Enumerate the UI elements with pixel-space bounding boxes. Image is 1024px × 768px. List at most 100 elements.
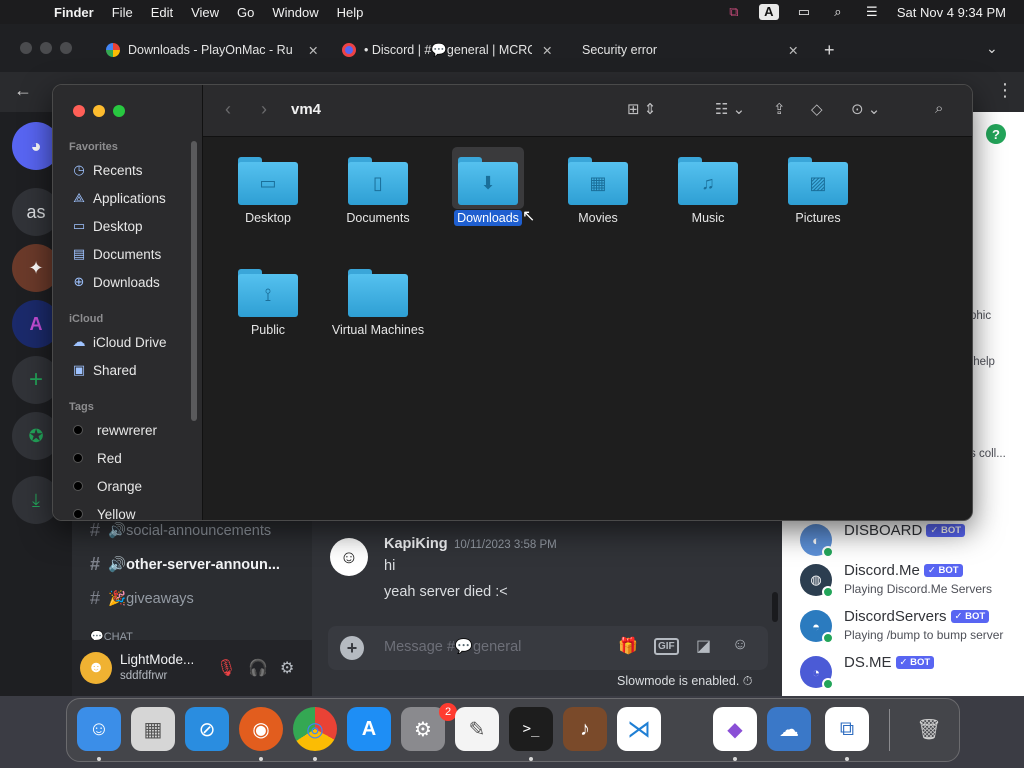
folder-icon: ⟟ [238,269,298,317]
sidebar-item-shared[interactable]: ▣ Shared [69,358,189,382]
dock-visual-studio-icon[interactable]: ◆ [713,707,757,751]
folder-label: Music [691,211,725,225]
icon-view-toggle-icon[interactable]: ⊞ ⇕ [627,100,656,118]
sticker-icon[interactable]: ◪ [696,636,711,656]
folder-public[interactable]: ⟟ Public [213,249,323,349]
folder-label: Virtual Machines [331,323,425,337]
user-panel: ☻ LightMode... sddfdfrwr 🎙 🎧 ⚙ [72,640,312,696]
window-minimize-button[interactable] [40,42,52,54]
tab-search-chevron-icon[interactable]: ⌄ [986,40,998,57]
more-actions-icon[interactable]: ⊙ ⌄ [851,100,880,118]
dock-finder-icon[interactable]: ☺ [77,707,121,751]
menu-app-name[interactable]: Finder [54,5,94,20]
channel-other-server-announcements[interactable]: # 🔊other-server-announ... [90,554,280,575]
sidebar-tag-orange[interactable]: Orange [69,474,189,498]
back-chevron-icon[interactable]: ‹ [225,99,231,120]
discord-chat-area: ☺ KapiKing 10/11/2023 3:58 PM hi yeah se… [312,500,782,696]
tab-playonmac[interactable]: Downloads - PlayOnMac - Ru ✕ [106,36,330,64]
channel-giveaways[interactable]: # 🎉giveaways [90,588,194,609]
dock-safari-icon[interactable]: ⊘ [185,707,229,751]
dock-app-store-icon[interactable]: A [347,707,391,751]
chat-scrollbar[interactable] [772,592,778,622]
folder-music[interactable]: ♫ Music [653,137,763,237]
attach-plus-button[interactable]: + [340,636,364,660]
share-icon[interactable]: ⇪ [773,100,786,118]
channel-social-announcements[interactable]: # 🔊social-announcements [90,520,271,541]
settings-gear-icon[interactable]: ⚙ [280,658,294,678]
sidebar-scrollbar[interactable] [191,141,197,421]
dock-trash-icon[interactable]: 🗑 [907,707,951,751]
sidebar-item-recents[interactable]: ◷ Recents [69,158,189,182]
menu-help[interactable]: Help [337,5,364,20]
folder-virtual-machines[interactable]: Virtual Machines [323,249,433,349]
new-tab-button[interactable]: + [824,40,835,61]
sidebar-item-icloud-drive[interactable]: ☁ iCloud Drive [69,330,189,354]
member-disboard[interactable]: ◐ DISBOARD ✓ BOT [800,522,1024,564]
member-ds-me[interactable]: ◔ DS.ME ✓ BOT [800,654,1024,696]
back-arrow-icon[interactable]: ← [14,80,32,101]
member-discord-me[interactable]: ◍ Discord.Me ✓ BOT Playing Discord.Me Ser… [800,562,1024,604]
help-icon[interactable]: ? [986,124,1006,144]
menu-edit[interactable]: Edit [151,5,173,20]
window-close-button[interactable] [20,42,32,54]
tab-close-icon[interactable]: ✕ [308,43,318,58]
spotlight-search-icon[interactable]: ⌕ [821,4,855,20]
menu-file[interactable]: File [112,5,133,20]
menu-clock[interactable]: Sat Nov 4 9:34 PM [897,5,1006,20]
mute-microphone-icon[interactable]: 🎙 [216,658,236,678]
menu-go[interactable]: Go [237,5,254,20]
input-source-icon[interactable]: A [758,4,779,20]
dock-vscode-icon[interactable]: ⋊ [617,707,661,751]
translate-status-icon[interactable]: ⧉ [717,4,751,20]
folder-movies[interactable]: ▦ Movies [543,137,653,237]
group-by-icon[interactable]: ☷ ⌄ [715,100,745,118]
dock-chrome-icon[interactable]: ◎ [293,707,337,751]
sidebar-item-documents[interactable]: ▤ Documents [69,242,189,266]
folder-documents[interactable]: ▯ Documents [323,137,433,237]
dock-launchpad-icon[interactable]: ▦ [131,707,175,751]
sidebar-tag-red[interactable]: Red [69,446,189,470]
close-window-button[interactable] [73,105,85,117]
dock-instruments-icon[interactable]: ♪ [563,707,607,751]
folder-pictures[interactable]: ▨ Pictures [763,137,873,237]
search-icon[interactable]: ⌕ [935,100,943,117]
browser-menu-icon[interactable]: ⋮ [996,80,1014,101]
sidebar-item-downloads[interactable]: ⊕ Downloads [69,270,189,294]
screen-mirroring-icon[interactable]: ▭ [787,4,821,20]
gif-button[interactable]: GIF [654,638,679,655]
folder-icon: ♫ [678,157,738,205]
headphones-icon[interactable]: 🎧 [248,658,268,678]
message-author-avatar[interactable]: ☺ [330,538,368,576]
emoji-icon[interactable]: ☺ [732,636,748,654]
tab-close-icon[interactable]: ✕ [788,43,798,58]
tag-icon[interactable]: ◇ [811,100,823,118]
dock-parallels-icon[interactable]: ⧉ [825,707,869,751]
menu-view[interactable]: View [191,5,219,20]
message-input[interactable]: Message #💬general [384,638,521,655]
avatar[interactable]: ☻ [80,652,112,684]
menu-window[interactable]: Window [272,5,318,20]
sidebar-item-applications[interactable]: ⟁ Applications [69,186,189,210]
dock-terminal-icon[interactable]: >_ [509,707,553,751]
sidebar-tag-rewwrerer[interactable]: rewwrerer [69,418,189,442]
dock-textedit-icon[interactable]: ✎ [455,707,499,751]
message-composer[interactable]: + Message #💬general 🎁 GIF ◪ ☺ [328,626,768,670]
window-zoom-button[interactable] [60,42,72,54]
message-author[interactable]: KapiKing [384,536,448,552]
member-name-row: Discord.Me ✓ BOT [844,562,963,579]
sidebar-item-desktop[interactable]: ▭ Desktop [69,214,189,238]
dock-firefox-icon[interactable]: ◉ [239,707,283,751]
tab-security-error[interactable]: Security error ✕ [582,36,802,64]
zoom-window-button[interactable] [113,105,125,117]
folder-desktop[interactable]: ▭ Desktop [213,137,323,237]
minimize-window-button[interactable] [93,105,105,117]
tab-close-icon[interactable]: ✕ [542,43,552,58]
member-discordservers[interactable]: ◓ DiscordServers ✓ BOT Playing /bump to b… [800,608,1024,650]
control-center-icon[interactable]: ☰ [855,4,889,20]
dock-weather-icon[interactable]: ☁ [767,707,811,751]
text-channel-icon: # [90,520,101,540]
gift-icon[interactable]: 🎁 [618,636,638,656]
sidebar-tag-yellow[interactable]: Yellow [69,502,189,520]
forward-chevron-icon[interactable]: › [261,99,267,120]
tab-discord[interactable]: • Discord | #💬general | MCRC ✕ [342,36,564,64]
